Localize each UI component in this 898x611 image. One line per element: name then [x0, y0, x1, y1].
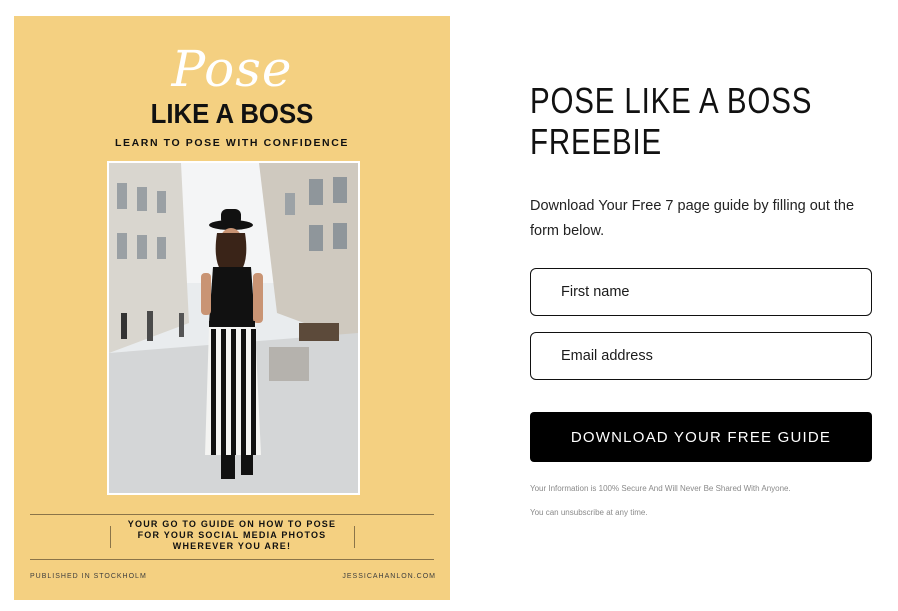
download-guide-button[interactable]: DOWNLOAD YOUR FREE GUIDE [530, 412, 872, 462]
first-name-field-wrapper [530, 268, 872, 316]
cover-photo [107, 161, 360, 495]
cover-footer-website: JESSICAHANLON.COM [342, 573, 436, 580]
cover-title: LIKE A BOSS [150, 98, 314, 129]
form-heading: POSE LIKE A BOSS FREEBIE [530, 80, 874, 162]
tagline-left-bracket [110, 526, 111, 548]
tagline-bottom-rule [30, 559, 434, 560]
first-name-input[interactable] [531, 269, 871, 315]
email-input[interactable] [531, 333, 871, 379]
cover-subtitle: LEARN TO POSE WITH CONFIDENCE [114, 137, 350, 149]
signup-panel: POSE LIKE A BOSS FREEBIE Download Your F… [530, 80, 874, 517]
cover-script-title: Pose [171, 40, 293, 98]
form-description: Download Your Free 7 page guide by filli… [530, 198, 855, 239]
email-field-wrapper [530, 332, 872, 380]
cover-footer-location: PUBLISHED IN STOCKHOLM [30, 573, 147, 580]
unsubscribe-note: You can unsubscribe at any time. [530, 508, 648, 517]
guide-cover: Pose LIKE A BOSS LEARN TO POSE WITH CONF… [14, 16, 450, 600]
tagline-line-1: YOUR GO TO GUIDE ON HOW TO POSE [127, 519, 337, 529]
tagline-top-rule [30, 514, 434, 515]
form-heading-line-2: FREEBIE [530, 121, 663, 162]
cover-tagline: YOUR GO TO GUIDE ON HOW TO POSE FOR YOUR… [114, 519, 350, 552]
form-heading-line-1: POSE LIKE A BOSS [530, 80, 813, 121]
tagline-line-3: WHEREVER YOU ARE! [172, 541, 292, 551]
tagline-right-bracket [354, 526, 355, 548]
tagline-line-2: FOR YOUR SOCIAL MEDIA PHOTOS [137, 530, 327, 540]
privacy-note: Your Information is 100% Secure And Will… [530, 484, 791, 493]
